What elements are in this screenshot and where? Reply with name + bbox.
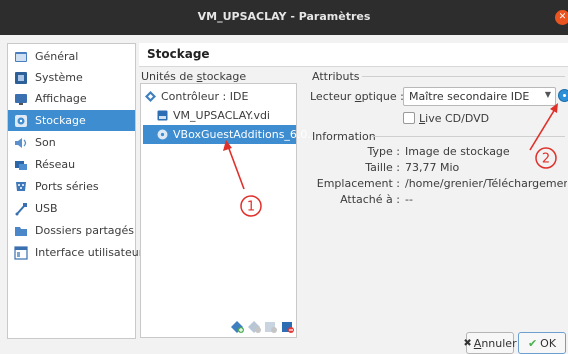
location-label: Emplacement : — [316, 177, 400, 190]
storage-units-label: Unités de stockage — [141, 70, 247, 83]
sidebar-item-label: Stockage — [35, 114, 86, 127]
tree-item-vdi[interactable]: VM_UPSACLAY.vdi — [143, 106, 296, 125]
usb-icon — [14, 202, 28, 216]
check-icon: ✔ — [527, 336, 538, 350]
add-controller-button[interactable] — [231, 321, 245, 334]
audio-icon — [14, 136, 28, 150]
sidebar-item-system[interactable]: Système — [8, 67, 135, 88]
shared-folders-icon — [14, 224, 28, 238]
remove-controller-button[interactable] — [248, 321, 262, 334]
hard-disk-icon — [157, 110, 168, 121]
remove-attachment-button[interactable] — [281, 321, 295, 334]
storage-tree[interactable]: Contrôleur : IDE VM_UPSACLAY.vdi VBoxGue… — [140, 83, 321, 338]
type-value: Image de stockage — [405, 145, 510, 158]
sidebar-item-shared-folders[interactable]: Dossiers partagés — [8, 220, 135, 241]
serial-ports-icon — [14, 180, 28, 194]
sidebar-item-storage[interactable]: Stockage — [8, 110, 135, 131]
type-label: Type : — [367, 145, 400, 158]
sidebar-item-label: Dossiers partagés — [35, 224, 135, 237]
general-icon — [14, 50, 28, 64]
network-icon — [14, 158, 28, 172]
attached-to-value: -- — [405, 193, 413, 206]
tree-item-label: VBoxGuestAdditions_6.0.... — [173, 128, 322, 141]
user-interface-icon — [14, 245, 28, 260]
system-icon — [14, 71, 28, 85]
controller-label: Contrôleur : IDE — [161, 90, 249, 103]
sidebar-item-label: Réseau — [35, 158, 76, 171]
close-button[interactable]: ✕ — [555, 10, 568, 25]
tree-item-label: VM_UPSACLAY.vdi — [173, 109, 270, 122]
location-value: /home/grenier/Téléchargements/... — [405, 177, 567, 190]
ide-controller-icon — [145, 91, 156, 102]
sidebar-item-audio[interactable]: Son — [8, 132, 135, 153]
storage-icon — [14, 114, 28, 128]
attributes-divider — [362, 76, 565, 77]
live-cd-label: Live CD/DVD — [419, 112, 490, 125]
title-bar: VM_UPSACLAY - Paramètres ✕ — [0, 0, 568, 35]
optical-drive-select[interactable]: Maître secondaire IDE ▼ — [403, 87, 556, 106]
sidebar-item-general[interactable]: Général — [8, 46, 135, 67]
size-label: Taille : — [365, 161, 400, 174]
live-cd-checkbox[interactable] — [403, 112, 415, 124]
add-attachment-button[interactable] — [264, 321, 278, 334]
sidebar-item-label: Interface utilisateur — [35, 246, 144, 259]
settings-body: Général Système Affichage Stockage Son R… — [0, 35, 568, 354]
sidebar-item-serial-ports[interactable]: Ports séries — [8, 176, 135, 197]
sidebar-item-label: USB — [35, 202, 58, 215]
attributes-section-label: Attributs — [312, 70, 360, 83]
tree-controller-ide[interactable]: Contrôleur : IDE — [143, 87, 296, 106]
display-icon — [14, 92, 28, 106]
chevron-down-icon: ▼ — [544, 90, 551, 99]
sidebar-item-usb[interactable]: USB — [8, 198, 135, 219]
choose-disk-button[interactable] — [558, 89, 568, 102]
settings-sidebar: Général Système Affichage Stockage Son R… — [7, 43, 143, 339]
optical-disc-icon — [157, 129, 168, 140]
ok-button[interactable]: ✔ OK — [518, 332, 566, 354]
sidebar-item-label: Général — [35, 50, 79, 63]
sidebar-item-display[interactable]: Affichage — [8, 88, 135, 109]
tree-item-guest-additions[interactable]: VBoxGuestAdditions_6.0.... — [143, 125, 321, 144]
information-divider — [372, 136, 565, 137]
information-section-label: Information — [312, 130, 376, 143]
sidebar-item-label: Affichage — [35, 92, 87, 105]
optical-drive-label: Lecteur optique : — [310, 90, 404, 103]
page-title: Stockage — [147, 47, 210, 61]
window-title: VM_UPSACLAY - Paramètres — [197, 10, 371, 23]
optical-drive-value: Maître secondaire IDE — [409, 90, 530, 103]
page-header: Stockage — [139, 43, 568, 67]
cancel-icon: ✖ — [463, 337, 472, 349]
attached-to-label: Attaché à : — [340, 193, 400, 206]
size-value: 73,77 Mio — [405, 161, 460, 174]
sidebar-item-label: Ports séries — [35, 180, 99, 193]
sidebar-item-label: Système — [35, 71, 83, 84]
sidebar-item-network[interactable]: Réseau — [8, 154, 135, 175]
sidebar-item-user-interface[interactable]: Interface utilisateur — [8, 242, 143, 263]
sidebar-item-label: Son — [35, 136, 56, 149]
cancel-button[interactable]: ✖ Annuler — [463, 332, 517, 354]
